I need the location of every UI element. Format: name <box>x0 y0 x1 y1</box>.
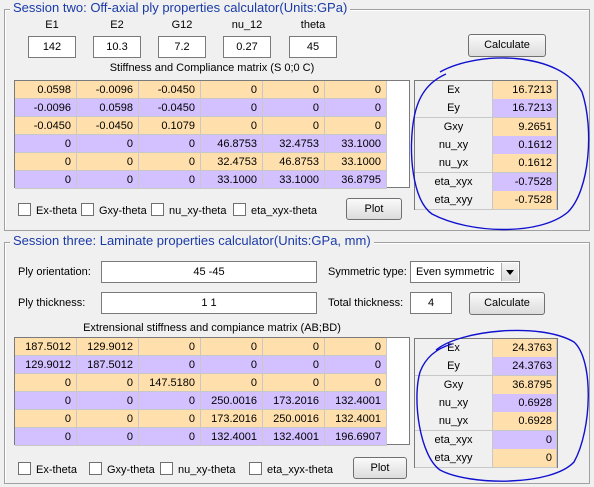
annotation-circle-top <box>410 57 590 231</box>
annotation-circle-bottom <box>416 329 589 482</box>
annotation-overlay <box>410 57 590 482</box>
